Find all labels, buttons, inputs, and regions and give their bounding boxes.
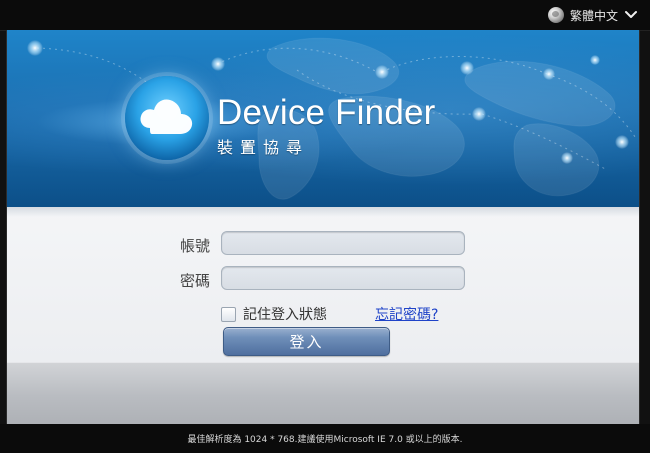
hero-banner: Device Finder 裝置協尋 — [6, 30, 640, 207]
password-label: 密碼 — [179, 272, 210, 290]
app-window: 繁體中文 Device Finder 裝置協尋 帳號 密碼 記住登入狀態 忘記密… — [0, 0, 650, 453]
resolution-note: 最佳解析度為 1024 * 768.建議使用Microsoft IE 7.0 或… — [187, 435, 463, 445]
language-selector[interactable]: 繁體中文 — [547, 5, 638, 25]
password-input[interactable] — [222, 267, 464, 289]
bottom-bar: 最佳解析度為 1024 * 768.建議使用Microsoft IE 7.0 或… — [0, 424, 650, 453]
remember-me[interactable]: 記住登入狀態 — [221, 304, 327, 324]
footer-band — [6, 362, 640, 424]
login-button[interactable]: 登入 — [223, 327, 390, 356]
forgot-password-link[interactable]: 忘記密碼? — [375, 304, 438, 324]
language-label: 繁體中文 — [569, 8, 618, 23]
app-subtitle: 裝置協尋 — [217, 138, 310, 157]
password-field[interactable] — [221, 266, 465, 290]
remember-checkbox[interactable] — [221, 306, 236, 322]
account-label: 帳號 — [179, 237, 210, 255]
account-field[interactable] — [221, 231, 465, 255]
chevron-down-icon — [625, 11, 637, 18]
globe-icon — [547, 7, 564, 23]
account-input[interactable] — [222, 232, 464, 254]
top-bar: 繁體中文 — [0, 0, 650, 31]
cloud-logo — [125, 76, 209, 160]
login-panel: 帳號 密碼 記住登入狀態 忘記密碼? 登入 — [6, 207, 640, 362]
cloud-icon — [140, 99, 193, 134]
app-title: Device Finder — [217, 93, 436, 132]
remember-label: 記住登入狀態 — [243, 307, 327, 323]
